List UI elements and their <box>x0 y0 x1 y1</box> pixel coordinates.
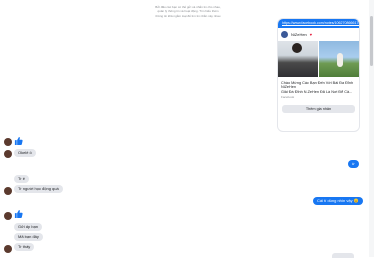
scrollbar[interactable] <box>369 0 374 257</box>
encryption-notice: Bởi đầu các bạn có thể gửi và nhắn tin c… <box>130 5 246 18</box>
link-preview-card[interactable]: NiZeHen ♥ Chào Mừng Các Bạn Đến Với Bài … <box>278 28 359 100</box>
preview-source: Facebook <box>281 95 295 100</box>
received-message[interactable]: Gửi ấp bạn <box>14 223 43 231</box>
preview-photos[interactable] <box>278 40 359 77</box>
preview-title-line-1: Chào Mừng Các Bạn Đến Với Bài Đa Đĩnh Ni… <box>281 80 354 90</box>
received-message[interactable]: Tr thấy <box>14 243 35 251</box>
preview-header: NiZeHen ♥ <box>281 30 356 38</box>
page-avatar <box>281 30 288 38</box>
contact-avatar[interactable] <box>4 150 12 158</box>
like-thumb-icon <box>14 210 23 219</box>
contact-avatar[interactable] <box>4 245 12 253</box>
received-message[interactable]: Okelê ô <box>14 149 36 157</box>
scrollbar-thumb[interactable] <box>370 16 373 66</box>
preview-photo-1[interactable] <box>278 40 318 77</box>
contact-avatar[interactable] <box>4 212 12 220</box>
shared-post-message[interactable]: https://www.facebook.com/notes/106270866… <box>277 18 360 132</box>
received-message[interactable]: Tr người học động quá <box>14 185 63 193</box>
preview-photo-2[interactable] <box>319 40 359 77</box>
shared-link[interactable]: https://www.facebook.com/notes/106270866… <box>278 19 359 28</box>
page-name: NiZeHen <box>291 31 307 37</box>
preview-title[interactable]: Chào Mừng Các Bạn Đến Với Bài Đa Đĩnh Ni… <box>281 81 356 95</box>
received-message[interactable]: Tr ê <box>14 175 29 183</box>
join-button[interactable]: Thêm gia nhân <box>282 105 355 114</box>
sent-message[interactable]: ừ <box>348 160 359 168</box>
preview-title-line-2: Giải Đá Đĩnh N.ZeHen Đã Là Nơi Để Cả... <box>281 89 353 94</box>
heart-icon: ♥ <box>309 31 313 37</box>
contact-avatar[interactable] <box>4 138 12 146</box>
sent-message[interactable]: Cái tí dùng nhìn vậy 😊 <box>313 197 363 205</box>
partial-message-bubble[interactable] <box>332 253 354 258</box>
notice-line-3: thông tin khả ngắm loại để tìm tin nhắn … <box>155 13 221 18</box>
received-message[interactable]: Mã bạn đây <box>14 233 43 241</box>
contact-avatar[interactable] <box>4 187 12 195</box>
like-thumb-icon <box>14 137 23 146</box>
